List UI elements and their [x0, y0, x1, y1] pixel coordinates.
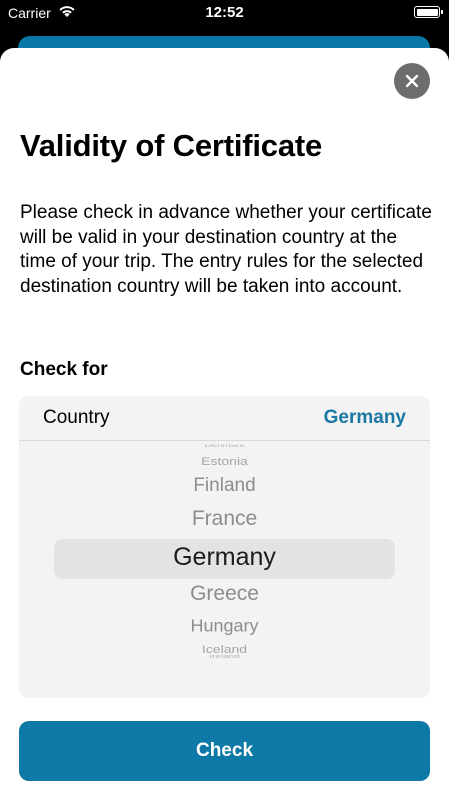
status-bar: Carrier 12:52	[0, 0, 449, 26]
wheel-option[interactable]: Ireland	[19, 654, 430, 660]
wheel-option[interactable]: Estonia	[19, 455, 430, 468]
close-button[interactable]	[394, 63, 430, 99]
wheel-option-selected[interactable]: Germany	[19, 543, 430, 572]
page-title: Validity of Certificate	[20, 128, 323, 163]
check-button[interactable]: Check	[19, 721, 430, 781]
country-wheel-picker[interactable]: Denmark Estonia Finland France Germany G…	[19, 441, 430, 698]
check-button-label: Check	[195, 740, 254, 761]
picker-header[interactable]: Country Germany	[19, 396, 430, 441]
wheel-option[interactable]: Finland	[19, 475, 430, 497]
close-icon	[405, 74, 419, 88]
wheel-option[interactable]: Hungary	[19, 617, 430, 637]
picker-header-label: Country	[43, 407, 110, 428]
wheel-option[interactable]: France	[19, 507, 430, 531]
check-for-label: Check for	[20, 359, 108, 380]
wheel-option[interactable]: Iceland	[19, 643, 430, 656]
wheel-option[interactable]: Denmark	[19, 444, 430, 450]
status-time: 12:52	[205, 4, 244, 21]
description-text: Please check in advance whether your cer…	[20, 202, 432, 297]
battery-icon	[414, 6, 443, 18]
wheel-option[interactable]: Greece	[19, 582, 430, 606]
picker-selected-value[interactable]: Germany	[324, 407, 406, 429]
country-picker-card: Country Germany Denmark Estonia Finland …	[19, 396, 430, 698]
